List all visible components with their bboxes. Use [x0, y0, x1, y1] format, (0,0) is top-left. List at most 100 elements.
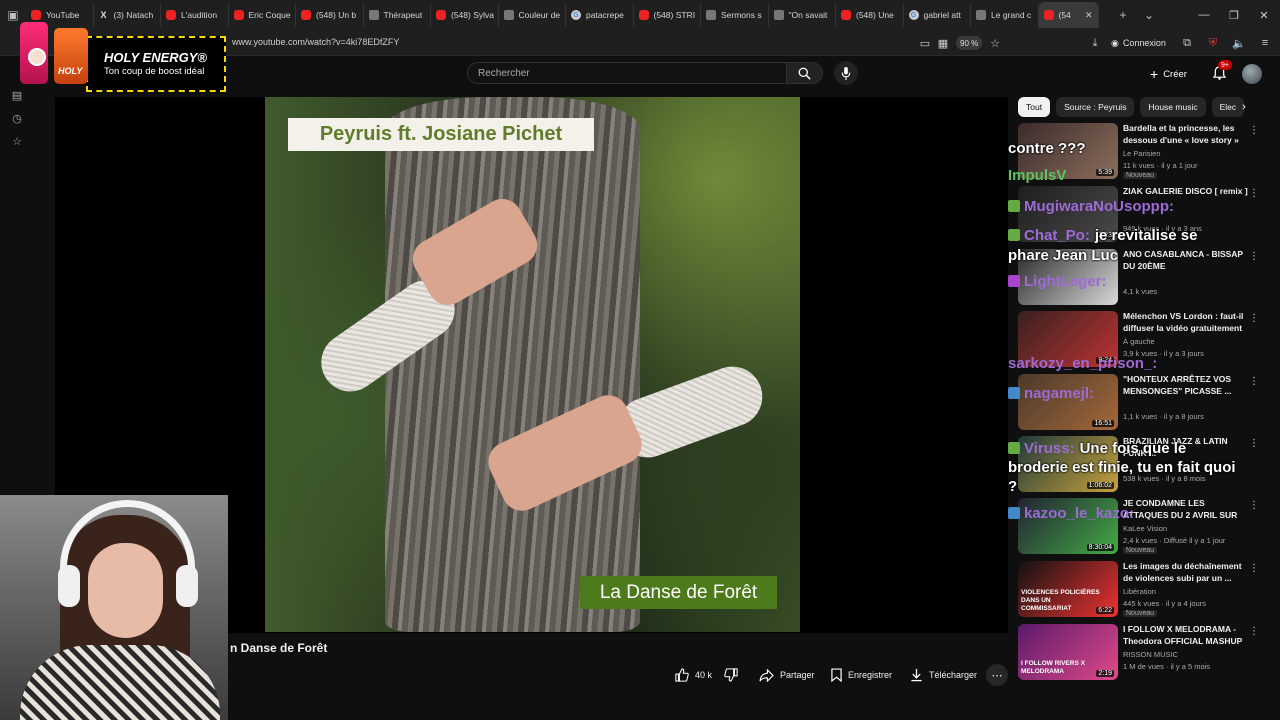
bookmark-icon [831, 668, 842, 682]
streamer-sweater [20, 645, 220, 720]
search-placeholder: Rechercher [478, 68, 530, 79]
zoom-level[interactable]: 90 % [956, 36, 983, 50]
more-options-icon[interactable]: ⋮ [1249, 436, 1259, 450]
view-count: 4,1 k vues [1123, 287, 1158, 296]
browser-tab[interactable]: (548) Un b [296, 3, 364, 27]
like-button[interactable]: 40 k [675, 664, 712, 686]
chat-message: sarkozy_en_prison_: [1008, 355, 1157, 372]
browser-tab[interactable]: Le grand c [971, 3, 1039, 27]
screenshot-icon[interactable]: ▦ [934, 34, 952, 52]
filter-chip[interactable]: Source : Peyruis [1056, 97, 1135, 117]
browser-tab[interactable]: (548) Sylva [431, 3, 499, 27]
more-options-icon[interactable]: ⋮ [1249, 624, 1259, 638]
chat-badge-icon [1008, 387, 1020, 399]
tab-label: Le grand c [991, 10, 1032, 20]
starred-icon[interactable]: ☆ [10, 134, 24, 148]
mute-icon[interactable]: 🔈 [1230, 34, 1248, 52]
chat-text: broderie est finie, tu en fait quoi [1008, 459, 1236, 476]
bookmark-star-icon[interactable]: ☆ [986, 34, 1004, 52]
more-actions-button[interactable]: ⋯ [986, 664, 1008, 686]
recommendation-title: JE CONDAMNE LES ATTAQUES DU 2 AVRIL SUR … [1123, 498, 1238, 520]
recommendation-title: ZIAK GALERIE DISCO [ remix ] [1123, 186, 1248, 196]
google-icon: G [571, 10, 581, 20]
duration-badge: 8:30:04 [1086, 544, 1114, 551]
tab-search-button[interactable]: ⌄ [1136, 0, 1162, 30]
browser-tab[interactable]: Gpatacrepe [566, 3, 634, 27]
chat-badge-icon [1008, 507, 1020, 519]
chat-message: ? [1008, 478, 1017, 495]
browser-tab[interactable]: Ggabriel att [904, 3, 971, 27]
recommendation-item[interactable]: I FOLLOW RIVERS X MELODRAMA 2:19 I FOLLOW … [1018, 624, 1268, 682]
youtube-icon [1043, 10, 1054, 20]
like-count: 40 k [695, 670, 713, 680]
site-icon [773, 10, 784, 20]
browser-tab[interactable]: "On savait [769, 3, 836, 27]
download-label: Télécharger [929, 670, 978, 680]
maximize-button[interactable]: ❐ [1218, 0, 1250, 30]
search-button[interactable] [787, 62, 823, 84]
video-thumbnail[interactable]: 16:51 [1018, 374, 1118, 430]
menu-icon[interactable]: ≡ [1256, 34, 1274, 52]
download-button[interactable]: Télécharger [910, 664, 977, 686]
chat-message: MugiwaraNoUsoppp: [1008, 198, 1174, 215]
chat-text: Une fois que le [1079, 440, 1187, 457]
minimize-button[interactable]: — [1188, 0, 1220, 30]
browser-tab[interactable]: Sermons s [701, 3, 769, 27]
extensions-icon[interactable]: ⧉ [1178, 34, 1196, 52]
video-thumbnail[interactable]: VIOLENCES POLICIÈRES DANS UN COMMISSARIA… [1018, 561, 1118, 617]
ad-title: HOLY ENERGY® [104, 50, 208, 65]
chat-username: LightLeger: [1024, 273, 1107, 290]
tab-label: Sermons s [721, 10, 762, 20]
downloads-icon[interactable]: ⤓ [1086, 34, 1104, 52]
more-options-icon[interactable]: ⋮ [1249, 498, 1259, 512]
notifications-badge: 9+ [1218, 60, 1232, 70]
share-button[interactable]: Partager [759, 664, 815, 686]
tab-label: (548) STRI [653, 10, 696, 20]
recommendation-item[interactable]: 16:51 "HONTEUX ARRÊTEZ VOS MENSONGES" PIC… [1018, 374, 1268, 432]
search-input[interactable]: Rechercher [467, 62, 787, 84]
view-count: 1,1 k vues · il y a 8 jours [1123, 412, 1204, 421]
filter-chip[interactable]: Tout [1018, 97, 1051, 117]
close-tab-icon[interactable]: ✕ [1085, 10, 1093, 21]
voice-search-button[interactable] [834, 61, 858, 85]
browser-tab[interactable]: Thérapeut [364, 3, 431, 27]
chat-text: phare Jean Luc [1008, 247, 1119, 264]
browser-tab[interactable]: Couleur de [499, 3, 566, 27]
thumbnail-caption: I FOLLOW RIVERS X MELODRAMA [1021, 660, 1085, 675]
url-field[interactable]: www.youtube.com/watch?v=4ki78EDfZFY [232, 37, 399, 47]
create-button[interactable]: + Créer [1150, 64, 1187, 84]
channel-name: RISSON MUSIC [1123, 650, 1179, 659]
extension-shield-icon[interactable]: ⛨ [1204, 34, 1222, 52]
browser-tab[interactable]: Eric Coque [229, 3, 296, 27]
close-window-button[interactable]: ✕ [1248, 0, 1280, 30]
chat-badge-icon [1008, 229, 1020, 241]
filter-chip[interactable]: House music [1140, 97, 1206, 117]
thumbs-down-icon [724, 668, 738, 682]
more-options-icon[interactable]: ⋮ [1249, 123, 1259, 137]
chevron-right-icon[interactable]: › [1236, 99, 1252, 115]
save-button[interactable]: Enregistrer [831, 664, 892, 686]
more-options-icon[interactable]: ⋮ [1249, 311, 1259, 325]
create-label: Créer [1163, 68, 1187, 80]
channel-name: Le Parisien [1123, 149, 1161, 158]
avatar[interactable] [1242, 64, 1262, 84]
site-icon [706, 10, 716, 20]
video-thumbnail[interactable]: I FOLLOW RIVERS X MELODRAMA 2:19 [1018, 624, 1118, 680]
browser-tab[interactable]: (548) STRI [634, 3, 701, 27]
browser-tab[interactable]: (548) Une [836, 3, 904, 27]
login-button[interactable]: ◉ Connexion [1111, 34, 1166, 52]
more-options-icon[interactable]: ⋮ [1249, 561, 1259, 575]
youtube-icon [436, 10, 446, 20]
new-tab-button[interactable]: + [1110, 0, 1136, 30]
more-options-icon[interactable]: ⋮ [1249, 249, 1259, 263]
history-icon[interactable]: ◷ [10, 111, 24, 125]
mascot-icon [28, 48, 46, 66]
recommendation-item[interactable]: VIOLENCES POLICIÈRES DANS UN COMMISSARIA… [1018, 561, 1268, 619]
youtube-icon [841, 10, 851, 20]
picture-in-picture-icon[interactable]: ▭ [916, 34, 934, 52]
more-options-icon[interactable]: ⋮ [1249, 186, 1259, 200]
dislike-button[interactable] [724, 664, 738, 686]
browser-tab[interactable]: (54 ✕ [1038, 2, 1099, 28]
video-frame[interactable]: Peyruis ft. Josiane Pichet La Danse de F… [265, 97, 800, 632]
more-options-icon[interactable]: ⋮ [1249, 374, 1259, 388]
